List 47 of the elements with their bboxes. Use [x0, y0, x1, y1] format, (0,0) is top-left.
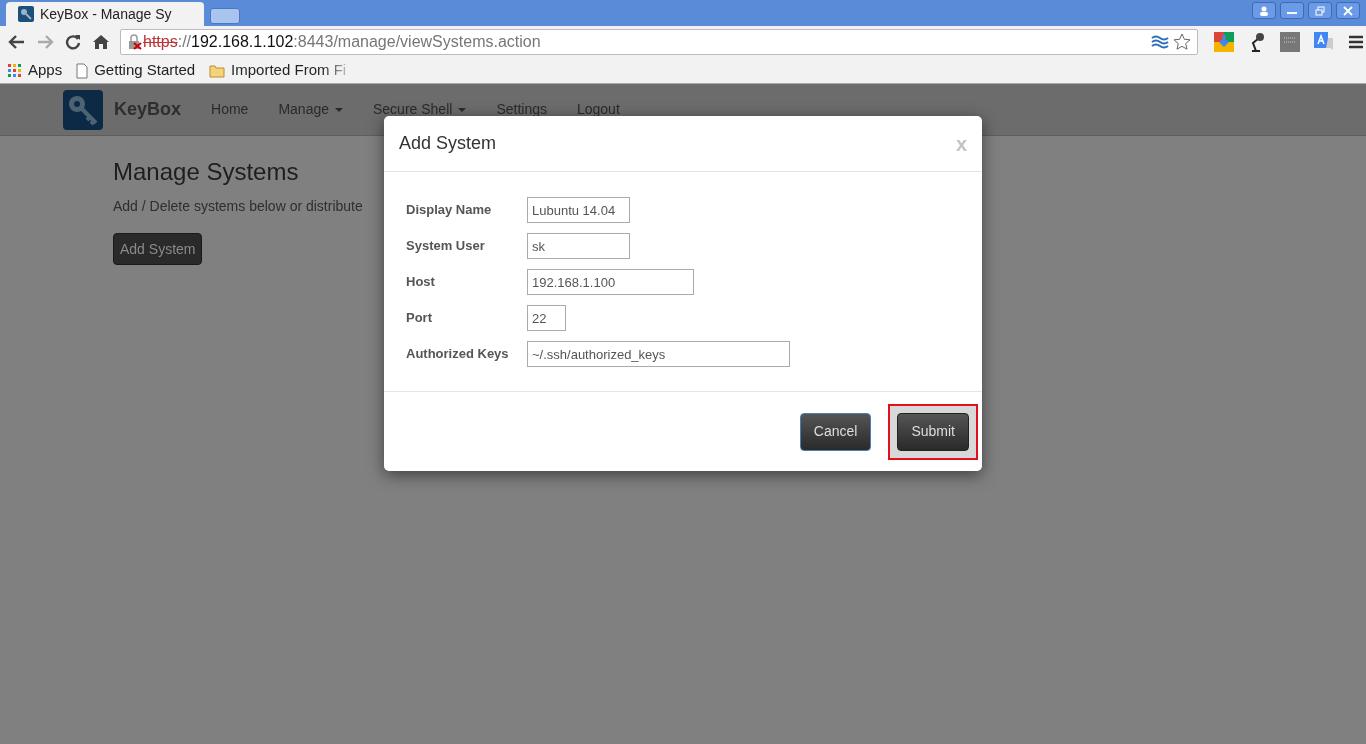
dialog-title: Add System [399, 132, 497, 155]
profile-button[interactable] [1252, 2, 1276, 19]
new-tab-button[interactable] [210, 8, 240, 24]
input-field[interactable]: Lubuntu 14.04 [527, 197, 630, 223]
folder-icon [209, 63, 226, 78]
page-icon [76, 62, 89, 79]
field-label: Host [406, 273, 436, 292]
reload-icon[interactable] [64, 33, 82, 51]
key-logo-icon [63, 89, 103, 130]
translate-icon[interactable] [1314, 32, 1334, 52]
page-description: Add / Delete systems below or distribute [113, 197, 363, 216]
input-field[interactable]: 192.168.1.100 [527, 269, 694, 295]
browser-tab[interactable]: KeyBox - Manage Sy [6, 2, 204, 26]
waves-icon[interactable] [1151, 34, 1169, 50]
cancel-button[interactable]: Cancel [799, 412, 872, 451]
address-bar[interactable]: https://192.168.1.102:8443/manage/viewSystems.action [120, 29, 1198, 55]
person-icon [1259, 5, 1269, 16]
restore-button[interactable] [1308, 2, 1332, 19]
add-system-button[interactable]: Add System [113, 233, 203, 265]
minimize-button[interactable] [1280, 2, 1304, 19]
bookmark-link[interactable]: Apps [28, 59, 63, 82]
field-label: Authorized Keys [406, 345, 510, 364]
url-host: 192.168.1.102 [191, 32, 294, 52]
key-icon [18, 6, 34, 22]
back-icon[interactable] [8, 33, 26, 51]
menu-icon[interactable] [1348, 34, 1364, 50]
url-path: :8443/manage/viewSystems.action [293, 32, 541, 52]
field-label: System User [406, 237, 486, 256]
home-icon[interactable] [92, 33, 110, 51]
url-separator: :// [177, 32, 192, 52]
download-icon[interactable] [1214, 32, 1234, 52]
field-label: Port [406, 309, 433, 328]
input-field[interactable]: sk [527, 233, 630, 259]
bookmark-link[interactable]: Getting Started [94, 59, 196, 82]
close-button[interactable] [1336, 2, 1360, 19]
url-scheme: https [143, 32, 178, 52]
input-field[interactable]: ~/.ssh/authorized_keys [527, 341, 790, 367]
tab-title: KeyBox - Manage Sy [40, 4, 173, 24]
restore-icon [1315, 5, 1325, 16]
field-label: Display Name [406, 201, 493, 220]
apps-grid-icon [8, 63, 22, 78]
close-icon [1343, 5, 1353, 16]
submit-button[interactable]: Submit [897, 412, 969, 451]
page-title: Manage Systems [113, 157, 300, 187]
input-field[interactable]: 22 [527, 305, 566, 331]
broken-lock-icon [127, 34, 143, 50]
star-icon[interactable] [1173, 33, 1191, 51]
